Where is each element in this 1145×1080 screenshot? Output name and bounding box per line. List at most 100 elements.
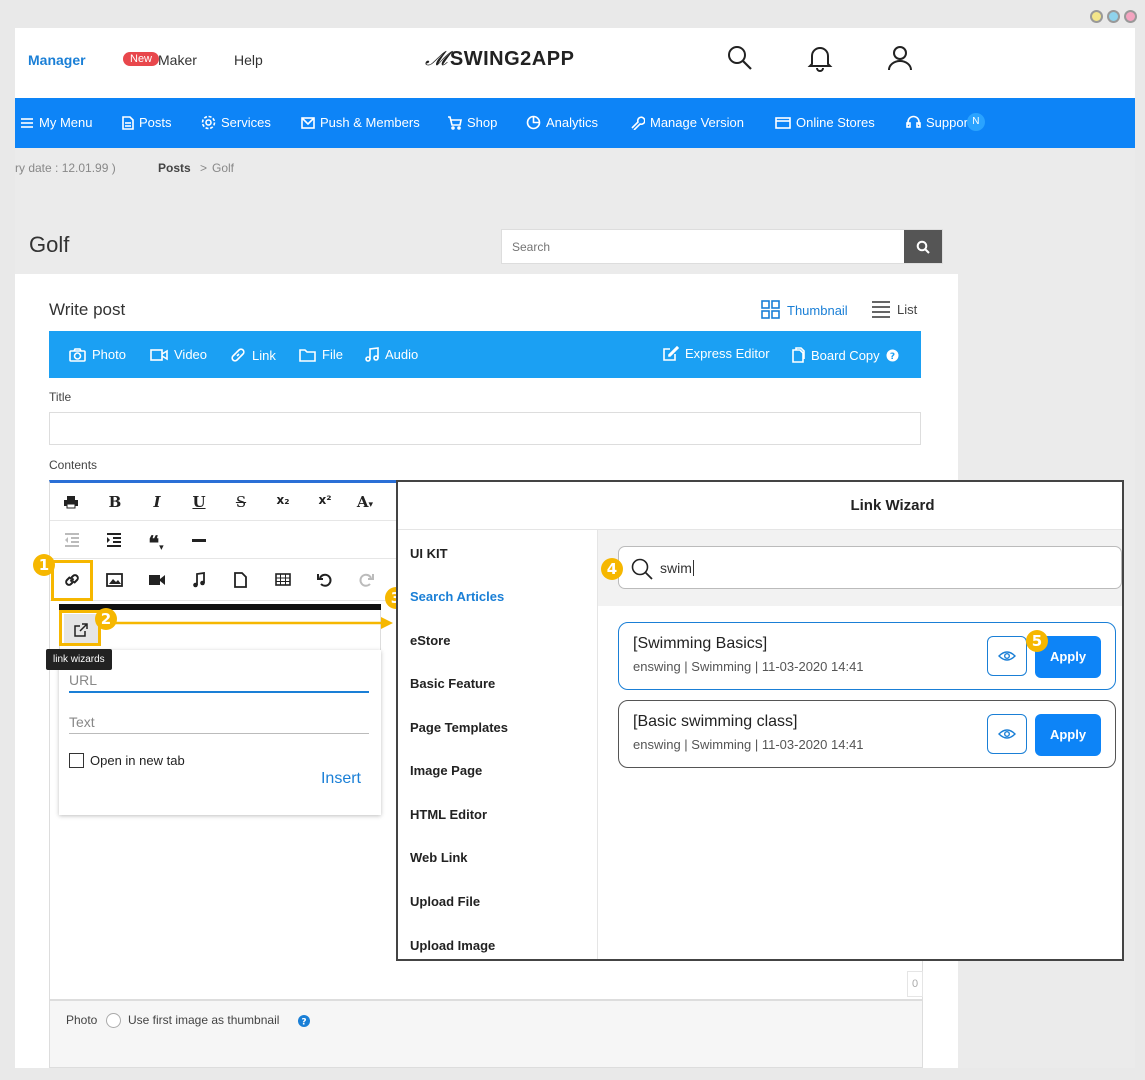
menu-label: My Menu bbox=[39, 115, 93, 130]
window-minimize-dot[interactable] bbox=[1090, 10, 1103, 23]
audio-icon[interactable] bbox=[192, 572, 206, 588]
superscript-button[interactable]: x² bbox=[314, 493, 336, 511]
window-maximize-dot[interactable] bbox=[1107, 10, 1120, 23]
menu-push-members[interactable]: Push & Members bbox=[301, 115, 420, 130]
menu-my-menu[interactable]: My Menu bbox=[20, 115, 92, 130]
step-arrow-icon bbox=[115, 617, 393, 629]
search-input[interactable] bbox=[502, 230, 902, 263]
nav-maker[interactable]: Maker bbox=[158, 52, 197, 68]
search-icon bbox=[631, 558, 653, 580]
text-input[interactable]: Text bbox=[69, 714, 369, 734]
result-meta: enswing | Swimming | 11-03-2020 14:41 bbox=[633, 659, 864, 674]
bell-icon[interactable] bbox=[807, 44, 833, 72]
breadcrumb-posts[interactable]: Posts bbox=[158, 161, 191, 175]
breadcrumb-separator: > bbox=[200, 161, 208, 175]
category-ui-kit[interactable]: UI KIT bbox=[410, 546, 448, 561]
insert-photo-button[interactable]: Photo bbox=[69, 347, 126, 362]
help-icon[interactable]: ? bbox=[298, 1015, 310, 1027]
new-tab-checkbox[interactable] bbox=[69, 753, 84, 768]
list-icon bbox=[872, 301, 890, 318]
nav-manager[interactable]: Manager bbox=[28, 52, 86, 68]
image-icon[interactable] bbox=[106, 573, 123, 587]
first-image-thumbnail-radio[interactable] bbox=[106, 1013, 121, 1028]
menu-label: Posts bbox=[139, 115, 172, 130]
bold-button[interactable]: B bbox=[104, 493, 126, 511]
insert-file-button[interactable]: File bbox=[299, 347, 343, 362]
strikethrough-button[interactable]: S bbox=[230, 493, 252, 511]
insert-video-button[interactable]: Video bbox=[150, 347, 207, 362]
editor-toolbar-row-2: ❝▾ bbox=[50, 521, 396, 559]
italic-button[interactable]: I bbox=[146, 493, 168, 511]
blockquote-button[interactable]: ❝▾ bbox=[145, 531, 167, 555]
list-view-toggle[interactable]: List bbox=[871, 300, 917, 318]
category-image-page[interactable]: Image Page bbox=[410, 763, 482, 778]
undo-icon[interactable] bbox=[317, 572, 332, 587]
category-upload-file[interactable]: Upload File bbox=[410, 894, 480, 909]
category-upload-image[interactable]: Upload Image bbox=[410, 938, 495, 953]
mail-icon bbox=[301, 116, 315, 129]
category-search-articles[interactable]: Search Articles bbox=[410, 589, 504, 604]
copy-icon bbox=[792, 347, 805, 363]
expiry-date: ry date : 12.01.99 ) bbox=[15, 161, 116, 175]
menu-services[interactable]: Services bbox=[201, 115, 271, 130]
preview-button[interactable] bbox=[987, 714, 1027, 754]
result-title: [Swimming Basics] bbox=[633, 635, 768, 652]
menu-shop[interactable]: Shop bbox=[447, 115, 497, 130]
folder-icon bbox=[299, 348, 316, 362]
preview-button[interactable] bbox=[987, 636, 1027, 676]
insert-link-button[interactable]: Link bbox=[230, 347, 276, 363]
search-button[interactable] bbox=[904, 230, 942, 263]
help-icon[interactable]: ? bbox=[886, 349, 899, 362]
menu-posts[interactable]: Posts bbox=[122, 115, 172, 130]
menu-online-stores[interactable]: Online Stores bbox=[775, 115, 875, 130]
menu-support[interactable]: Suppor N bbox=[906, 113, 985, 131]
cart-icon bbox=[448, 115, 462, 130]
nav-help[interactable]: Help bbox=[234, 52, 263, 68]
video-icon[interactable] bbox=[148, 574, 166, 586]
category-basic-feature[interactable]: Basic Feature bbox=[410, 676, 495, 691]
table-icon[interactable] bbox=[275, 573, 291, 586]
breadcrumb-golf: Golf bbox=[212, 161, 235, 175]
eye-icon bbox=[998, 651, 1016, 661]
page-title: Golf bbox=[29, 232, 70, 257]
new-tab-label: Open in new tab bbox=[90, 753, 185, 768]
logo[interactable]: 𝓜 SWING2APP bbox=[425, 46, 574, 71]
outdent-icon[interactable] bbox=[64, 533, 80, 547]
open-new-tab-option[interactable]: Open in new tab bbox=[69, 753, 185, 768]
step-4-marker: 4 bbox=[601, 558, 623, 580]
result-card[interactable]: [Basic swimming class] enswing | Swimmin… bbox=[618, 700, 1116, 768]
horizontal-rule-icon[interactable] bbox=[192, 539, 206, 543]
category-page-templates[interactable]: Page Templates bbox=[410, 720, 508, 735]
step-2-marker: 2 bbox=[95, 608, 117, 630]
title-input[interactable] bbox=[49, 412, 921, 445]
print-icon[interactable] bbox=[63, 495, 79, 509]
indent-icon[interactable] bbox=[106, 533, 122, 547]
user-icon[interactable] bbox=[887, 44, 913, 72]
url-input[interactable]: URL bbox=[69, 672, 369, 693]
file-icon[interactable] bbox=[234, 572, 247, 588]
link-wizard-modal: Link Wizard UI KIT Search Articles eStor… bbox=[396, 480, 1124, 961]
category-html-editor[interactable]: HTML Editor bbox=[410, 807, 487, 822]
subscript-button[interactable]: x₂ bbox=[272, 493, 294, 511]
window-close-dot[interactable] bbox=[1124, 10, 1137, 23]
category-estore[interactable]: eStore bbox=[410, 633, 450, 648]
step-1-highlight bbox=[51, 560, 93, 601]
express-editor-button[interactable]: Express Editor bbox=[662, 345, 770, 362]
insert-button[interactable]: Insert bbox=[321, 770, 361, 788]
menu-label: Analytics bbox=[546, 115, 599, 130]
menu-manage-version[interactable]: Manage Version bbox=[630, 115, 744, 130]
menu-analytics[interactable]: Analytics bbox=[526, 115, 598, 130]
thumbnail-view-toggle[interactable]: Thumbnail bbox=[761, 300, 848, 320]
wizard-search-input[interactable]: swim bbox=[618, 546, 1122, 589]
board-copy-button[interactable]: Board Copy ? bbox=[792, 347, 899, 363]
list-label: List bbox=[897, 301, 918, 317]
category-web-link[interactable]: Web Link bbox=[410, 850, 468, 865]
apply-button[interactable]: Apply bbox=[1035, 714, 1101, 756]
font-size-button[interactable]: A▾ bbox=[354, 493, 376, 511]
search-icon[interactable] bbox=[727, 45, 753, 71]
write-post-title: Write post bbox=[49, 300, 126, 319]
link-label: Link bbox=[252, 347, 276, 363]
insert-audio-button[interactable]: Audio bbox=[365, 347, 418, 362]
redo-icon[interactable] bbox=[359, 572, 374, 587]
underline-button[interactable]: U bbox=[188, 493, 210, 511]
